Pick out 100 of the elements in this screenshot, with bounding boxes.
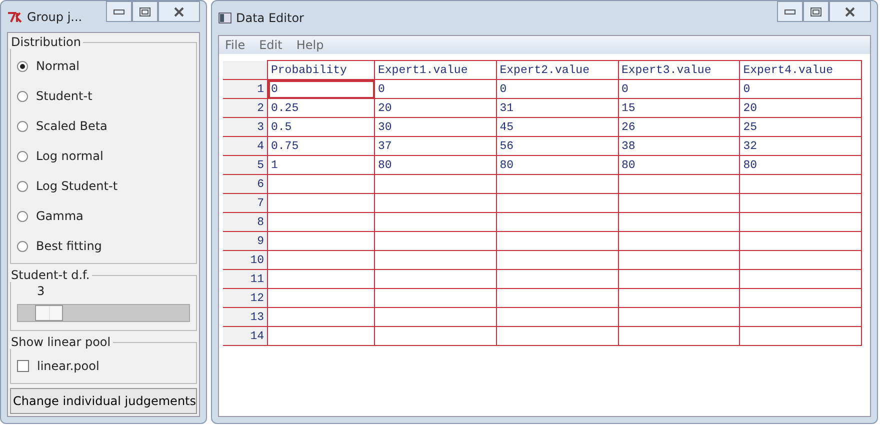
column-header[interactable]: Probability <box>268 60 374 80</box>
table-cell[interactable] <box>268 270 374 288</box>
table-cell[interactable] <box>496 174 618 194</box>
table-cell[interactable] <box>740 326 862 346</box>
table-cell[interactable] <box>740 194 862 212</box>
maximize-button[interactable] <box>132 1 158 22</box>
slider-thumb[interactable] <box>35 305 64 321</box>
table-cell[interactable] <box>268 326 374 346</box>
table-cell[interactable] <box>496 232 618 250</box>
column-header[interactable]: Expert3.value <box>618 60 740 80</box>
change-judgements-button[interactable]: Change individual judgements <box>10 388 197 414</box>
row-number: 8 <box>223 212 268 232</box>
table-cell[interactable]: 56 <box>496 136 618 156</box>
radio-option[interactable]: Scaled Beta <box>17 111 190 141</box>
close-button[interactable] <box>158 1 200 22</box>
table-cell[interactable] <box>740 288 862 308</box>
table-cell[interactable]: 37 <box>374 136 496 156</box>
table-cell[interactable] <box>374 174 496 194</box>
table-cell[interactable] <box>740 270 862 288</box>
table-cell[interactable] <box>740 212 862 232</box>
table-cell[interactable] <box>374 288 496 308</box>
table-cell[interactable] <box>268 308 374 326</box>
table-cell[interactable] <box>268 194 374 212</box>
table-cell[interactable]: 26 <box>618 118 740 136</box>
radio-option[interactable]: Best fitting <box>17 231 190 261</box>
table-cell[interactable] <box>618 174 740 194</box>
table-cell[interactable]: 0 <box>496 80 618 98</box>
close-button[interactable] <box>829 1 871 22</box>
table-cell[interactable]: 20 <box>374 98 496 118</box>
table-cell[interactable] <box>618 194 740 212</box>
table-cell[interactable]: 15 <box>618 98 740 118</box>
menu-item[interactable]: File <box>225 38 246 52</box>
column-header[interactable]: Expert1.value <box>374 60 496 80</box>
table-cell[interactable] <box>740 308 862 326</box>
table-cell[interactable]: 1 <box>268 156 374 174</box>
group-label: Show linear pool <box>10 335 112 349</box>
table-cell[interactable]: 0 <box>618 80 740 98</box>
slider-track[interactable] <box>17 304 190 322</box>
table-cell[interactable] <box>268 174 374 194</box>
table-cell[interactable] <box>374 232 496 250</box>
table-cell[interactable] <box>496 250 618 270</box>
table-cell[interactable] <box>618 270 740 288</box>
table-cell[interactable]: 80 <box>374 156 496 174</box>
table-cell[interactable] <box>268 212 374 232</box>
table-cell[interactable] <box>268 232 374 250</box>
table-cell[interactable] <box>374 250 496 270</box>
table-cell[interactable] <box>374 270 496 288</box>
table-cell[interactable] <box>618 288 740 308</box>
column-header[interactable]: Expert4.value <box>740 60 862 80</box>
table-cell[interactable]: 31 <box>496 98 618 118</box>
table-cell[interactable]: 20 <box>740 98 862 118</box>
table-cell[interactable] <box>618 212 740 232</box>
close-icon <box>173 6 185 16</box>
table-cell[interactable] <box>740 174 862 194</box>
radio-option[interactable]: Gamma <box>17 201 190 231</box>
menu-item[interactable]: Help <box>296 38 324 52</box>
minimize-button[interactable] <box>106 1 132 22</box>
table-cell[interactable]: 0.75 <box>268 136 374 156</box>
window-title: Data Editor <box>236 11 304 25</box>
menu-item[interactable]: Edit <box>259 38 282 52</box>
row-number: 4 <box>223 136 268 156</box>
table-cell[interactable] <box>618 250 740 270</box>
table-cell[interactable] <box>268 288 374 308</box>
table-cell[interactable] <box>618 326 740 346</box>
table-cell[interactable]: 30 <box>374 118 496 136</box>
table-cell[interactable]: 80 <box>618 156 740 174</box>
table-cell[interactable]: 0 <box>740 80 862 98</box>
table-cell[interactable] <box>496 326 618 346</box>
table-cell[interactable]: 32 <box>740 136 862 156</box>
table-cell[interactable] <box>618 308 740 326</box>
table-cell[interactable] <box>496 288 618 308</box>
table-cell[interactable] <box>268 250 374 270</box>
table-cell[interactable]: 38 <box>618 136 740 156</box>
table-cell[interactable]: 0.25 <box>268 98 374 118</box>
maximize-button[interactable] <box>803 1 829 22</box>
minimize-button[interactable] <box>777 1 803 22</box>
table-cell[interactable] <box>496 212 618 232</box>
table-cell[interactable]: 0 <box>268 80 374 98</box>
table-cell[interactable]: 45 <box>496 118 618 136</box>
table-cell[interactable] <box>374 326 496 346</box>
table-cell[interactable] <box>618 232 740 250</box>
table-cell[interactable]: 80 <box>740 156 862 174</box>
radio-option[interactable]: Student-t <box>17 81 190 111</box>
table-cell[interactable] <box>740 232 862 250</box>
table-cell[interactable] <box>496 194 618 212</box>
radio-option[interactable]: Log Student-t <box>17 171 190 201</box>
table-cell[interactable]: 25 <box>740 118 862 136</box>
radio-option[interactable]: Log normal <box>17 141 190 171</box>
table-cell[interactable] <box>374 212 496 232</box>
table-cell[interactable]: 0.5 <box>268 118 374 136</box>
checkbox-option[interactable]: linear.pool <box>17 351 190 381</box>
table-cell[interactable] <box>496 308 618 326</box>
table-cell[interactable]: 80 <box>496 156 618 174</box>
table-cell[interactable]: 0 <box>374 80 496 98</box>
column-header[interactable]: Expert2.value <box>496 60 618 80</box>
radio-option[interactable]: Normal <box>17 51 190 81</box>
table-cell[interactable] <box>374 194 496 212</box>
table-cell[interactable] <box>740 250 862 270</box>
table-cell[interactable] <box>496 270 618 288</box>
table-cell[interactable] <box>374 308 496 326</box>
